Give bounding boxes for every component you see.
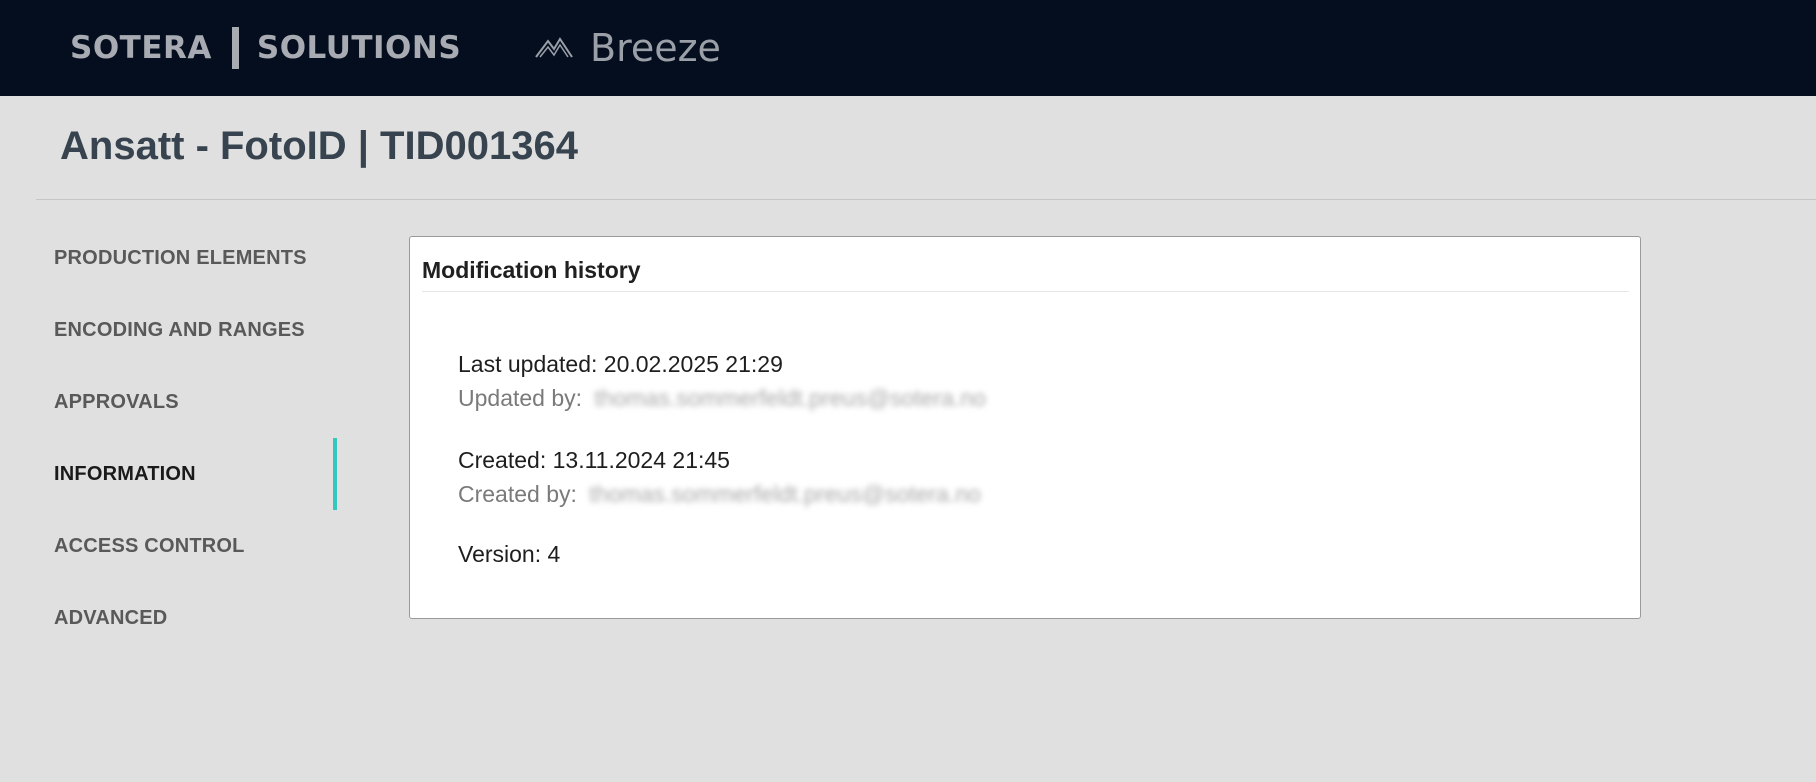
title-divider	[36, 199, 1816, 200]
nav-item-production-elements[interactable]: PRODUCTION ELEMENTS	[0, 222, 340, 294]
version-row: Version: 4	[458, 541, 560, 568]
page-title: Ansatt - FotoID | TID001364	[60, 124, 578, 168]
modification-history-card: Modification history Last updated: 20.02…	[409, 236, 1641, 619]
created-by-row: Created by: thomas.sommerfeldt.preus@sot…	[458, 481, 981, 508]
updated-by-value: thomas.sommerfeldt.preus@sotera.no	[594, 385, 986, 411]
nav-item-access-control[interactable]: ACCESS CONTROL	[0, 510, 340, 582]
card-divider	[422, 291, 1629, 292]
created-by-label: Created by:	[458, 481, 577, 507]
breeze-app-logo[interactable]: Breeze	[534, 26, 721, 70]
version-label: Version:	[458, 541, 542, 567]
updated-by-row: Updated by: thomas.sommerfeldt.preus@sot…	[458, 385, 986, 412]
nav-item-encoding-and-ranges[interactable]: ENCODING AND RANGES	[0, 294, 340, 366]
created-value: 13.11.2024 21:45	[552, 447, 730, 473]
created-row: Created: 13.11.2024 21:45	[458, 447, 730, 474]
brand-divider	[231, 27, 239, 69]
last-updated-row: Last updated: 20.02.2025 21:29	[458, 351, 783, 378]
nav-item-information[interactable]: INFORMATION	[0, 438, 340, 510]
side-navigation: PRODUCTION ELEMENTS ENCODING AND RANGES …	[0, 222, 340, 654]
app-name: Breeze	[590, 26, 721, 70]
brand-right-text: SOLUTIONS	[256, 30, 462, 66]
nav-item-advanced[interactable]: ADVANCED	[0, 582, 340, 654]
breeze-mountain-icon	[535, 37, 573, 58]
created-by-value: thomas.sommerfeldt.preus@sotera.no	[589, 481, 981, 507]
nav-item-approvals[interactable]: APPROVALS	[0, 366, 340, 438]
card-title: Modification history	[422, 257, 641, 283]
version-value: 4	[547, 541, 561, 567]
top-bar: SOTERA SOLUTIONS Breeze	[0, 0, 1816, 96]
sotera-solutions-logo[interactable]: SOTERA SOLUTIONS	[70, 26, 461, 70]
last-updated-label: Last updated:	[458, 351, 598, 377]
last-updated-value: 20.02.2025 21:29	[603, 351, 783, 377]
updated-by-label: Updated by:	[458, 385, 583, 411]
brand-left-text: SOTERA	[70, 30, 212, 66]
created-label: Created:	[458, 447, 547, 473]
